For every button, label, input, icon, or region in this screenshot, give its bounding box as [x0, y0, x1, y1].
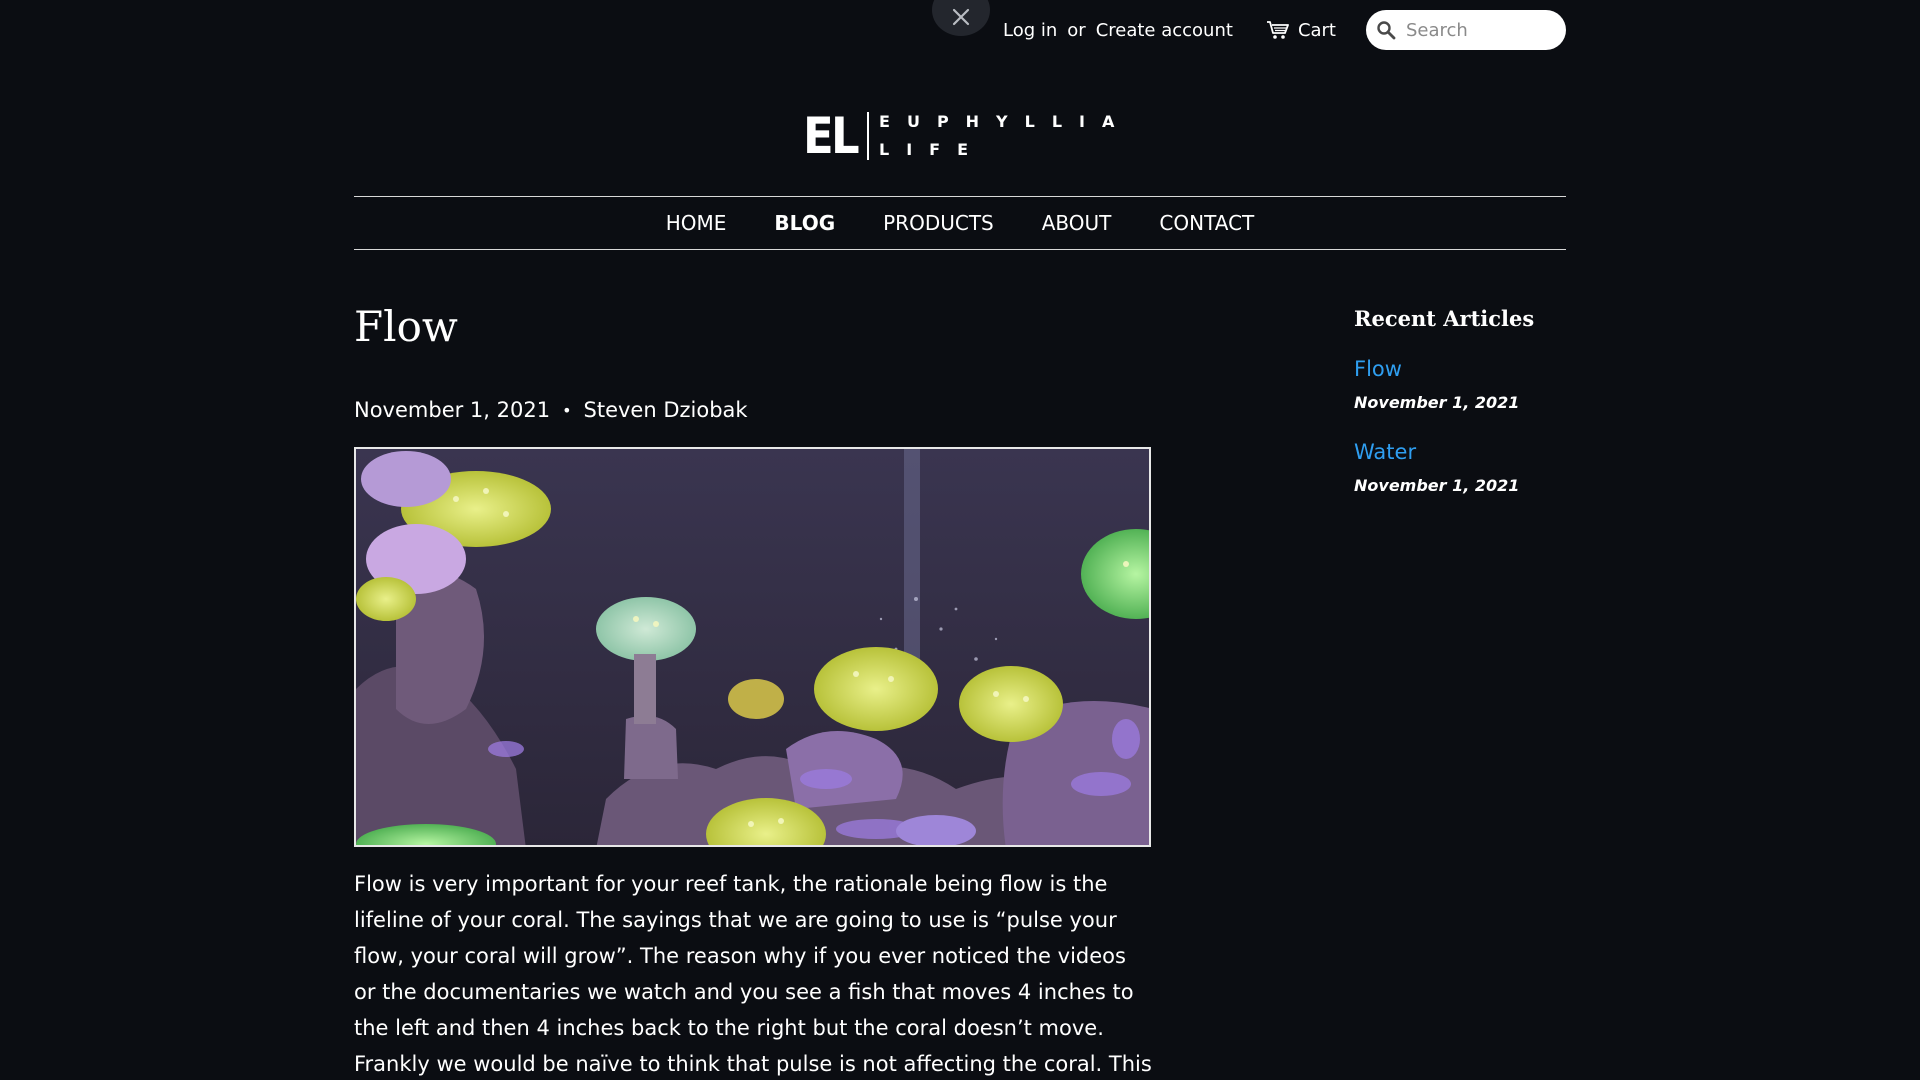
login-link[interactable]: Log in	[1003, 20, 1057, 41]
search-icon	[1377, 21, 1396, 40]
nav-item-products[interactable]: PRODUCTS	[859, 211, 1018, 235]
recent-article-item: Flow November 1, 2021	[1354, 357, 1566, 412]
search-input[interactable]	[1404, 18, 1554, 42]
article-meta: November 1, 2021 • Steven Dziobak	[354, 398, 748, 422]
logo-line-1: EUPHYLLIA	[879, 112, 1132, 131]
recent-articles-sidebar: Recent Articles Flow November 1, 2021 Wa…	[1354, 306, 1566, 523]
recent-article-link-flow[interactable]: Flow	[1354, 357, 1566, 381]
article-hero-image	[354, 447, 1151, 847]
recent-article-date: November 1, 2021	[1354, 393, 1520, 412]
article-author: Steven Dziobak	[583, 398, 748, 422]
or-separator: or	[1067, 19, 1086, 41]
page: Log in or Create account Cart EL EUPHYLL…	[0, 0, 1920, 1080]
recent-articles-heading: Recent Articles	[1354, 306, 1535, 331]
logo-line-2: LIFE	[879, 140, 986, 159]
nav-item-about[interactable]: ABOUT	[1018, 211, 1136, 235]
account-bar: Log in or Create account Cart	[1003, 10, 1566, 50]
search-box[interactable]	[1366, 10, 1566, 50]
cart-link[interactable]: Cart	[1266, 20, 1336, 41]
logo-wordmark: EUPHYLLIA LIFE	[879, 108, 1131, 164]
nav-item-blog[interactable]: BLOG	[750, 211, 859, 235]
recent-article-link-water[interactable]: Water	[1354, 440, 1566, 464]
site-logo[interactable]: EL EUPHYLLIA LIFE	[803, 108, 1131, 164]
nav-item-home[interactable]: HOME	[642, 211, 751, 235]
article-date: November 1, 2021	[354, 398, 551, 422]
logo-mark: EL	[803, 107, 860, 165]
article-title: Flow	[354, 302, 458, 351]
close-icon	[952, 8, 970, 26]
coral-reef-image	[356, 449, 1149, 845]
logo-divider	[867, 112, 870, 160]
article-body: Flow is very important for your reef tan…	[354, 872, 1152, 1076]
meta-separator: •	[562, 400, 572, 420]
nav-item-contact[interactable]: CONTACT	[1135, 211, 1278, 235]
close-button[interactable]	[932, 0, 990, 36]
main-nav: HOME BLOG PRODUCTS ABOUT CONTACT	[354, 196, 1566, 250]
recent-article-date: November 1, 2021	[1354, 476, 1520, 495]
recent-article-item: Water November 1, 2021	[1354, 440, 1566, 495]
cart-icon	[1266, 21, 1289, 39]
cart-label: Cart	[1297, 19, 1336, 41]
create-account-link[interactable]: Create account	[1096, 20, 1233, 41]
